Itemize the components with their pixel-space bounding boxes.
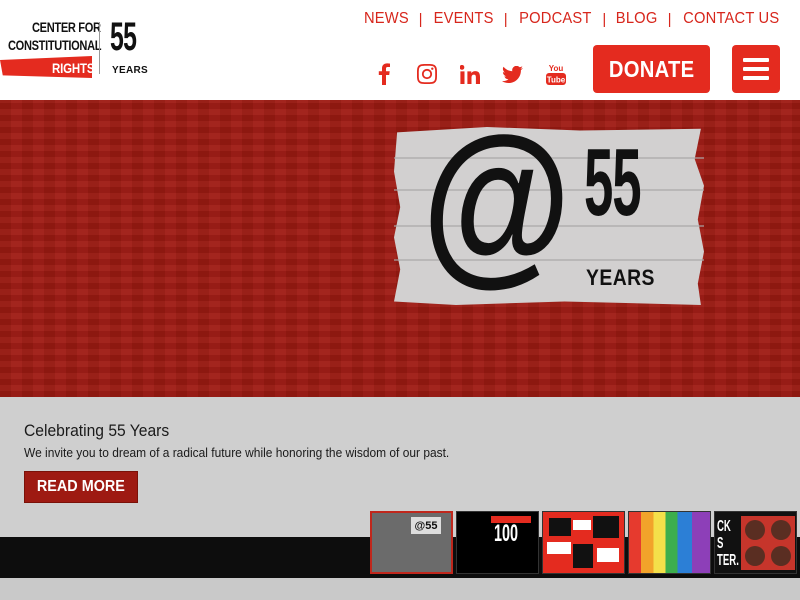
donate-label: DONATE	[608, 55, 695, 82]
logo-line-3: RIGHTS	[52, 60, 95, 76]
hamburger-menu-button[interactable]	[732, 45, 780, 93]
thumbnail-2-text: 100	[494, 520, 519, 547]
at-symbol: @	[422, 100, 572, 301]
hamburger-menu-icon	[743, 67, 769, 71]
thumbnail-3-shape	[549, 518, 571, 536]
thumbnail-3-shape	[547, 542, 571, 554]
thumbnail-5-text-line: TER.	[717, 552, 739, 569]
thumbnail-3-shape	[573, 520, 591, 530]
logo-anniversary-number: 55	[110, 15, 137, 59]
site-header: CENTER FOR CONSTITUTIONAL RIGHTS 55 YEAR…	[0, 0, 800, 100]
slide-thumbnail-2[interactable]: 100	[456, 511, 539, 574]
top-navigation: NEWS | EVENTS | PODCAST | BLOG | CONTACT…	[362, 8, 784, 30]
slide-description: We invite you to dream of a radical futu…	[24, 445, 450, 460]
read-more-label: READ MORE	[36, 478, 126, 495]
facebook-icon[interactable]	[362, 62, 405, 86]
hero-55-years-artwork: @ 55 YEARS	[394, 111, 704, 305]
thumbnail-5-face	[745, 520, 765, 540]
nav-separator: |	[602, 10, 607, 28]
slide-thumbnail-3[interactable]	[542, 511, 625, 574]
nav-podcast[interactable]: PODCAST	[519, 10, 591, 28]
nav-separator: |	[503, 10, 508, 28]
slide-thumbnail-5[interactable]: CK S TER.	[714, 511, 797, 574]
thumbnail-5-text-line: S	[717, 535, 724, 552]
youtube-text-top: You	[548, 64, 563, 73]
nav-contact-us[interactable]: CONTACT US	[684, 10, 780, 28]
thumbnail-5-face	[745, 546, 765, 566]
site-logo[interactable]: CENTER FOR CONSTITUTIONAL RIGHTS 55 YEAR…	[0, 15, 148, 80]
social-links: You Tube	[362, 62, 577, 86]
page-bottom-strip	[0, 578, 800, 600]
read-more-button[interactable]: READ MORE	[24, 471, 138, 503]
twitter-icon[interactable]	[491, 62, 534, 86]
nav-news[interactable]: NEWS	[364, 10, 409, 28]
donate-button[interactable]: DONATE	[593, 45, 710, 93]
hamburger-menu-icon	[743, 76, 769, 80]
nav-separator: |	[667, 10, 672, 28]
slide-title: Celebrating 55 Years	[24, 421, 170, 440]
slider-thumbnails: @55 100 CK S TER.	[370, 511, 797, 574]
thumbnail-1-text: @55	[411, 517, 441, 534]
slide-thumbnail-4[interactable]	[628, 511, 711, 574]
slide-thumbnail-1[interactable]: @55	[370, 511, 453, 574]
instagram-icon[interactable]	[405, 62, 448, 86]
hero-anniversary-number: 55	[584, 129, 642, 236]
hamburger-menu-icon	[743, 58, 769, 62]
nav-events[interactable]: EVENTS	[433, 10, 493, 28]
thumbnail-5-face	[771, 520, 791, 540]
logo-divider	[99, 22, 100, 74]
thumbnail-5-photo-grid	[741, 516, 795, 570]
thumbnail-3-shape	[593, 516, 619, 538]
thumbnail-3-shape	[597, 548, 619, 562]
nav-separator: |	[418, 10, 423, 28]
thumbnail-5-text-line: CK	[717, 518, 731, 535]
hero-banner: @ 55 YEARS	[0, 100, 800, 397]
linkedin-icon[interactable]	[448, 62, 491, 86]
thumbnail-5-text: CK S TER.	[717, 518, 739, 569]
logo-line-1: CENTER FOR	[32, 20, 101, 35]
youtube-text-bottom: Tube	[546, 76, 565, 85]
logo-anniversary-label: YEARS	[112, 65, 148, 76]
hero-anniversary-label: YEARS	[586, 265, 655, 290]
logo-line-2: CONSTITUTIONAL	[8, 38, 102, 53]
thumbnail-5-face	[771, 546, 791, 566]
nav-blog[interactable]: BLOG	[616, 10, 658, 28]
thumbnail-3-shape	[573, 544, 593, 568]
youtube-icon[interactable]: You Tube	[534, 62, 577, 86]
